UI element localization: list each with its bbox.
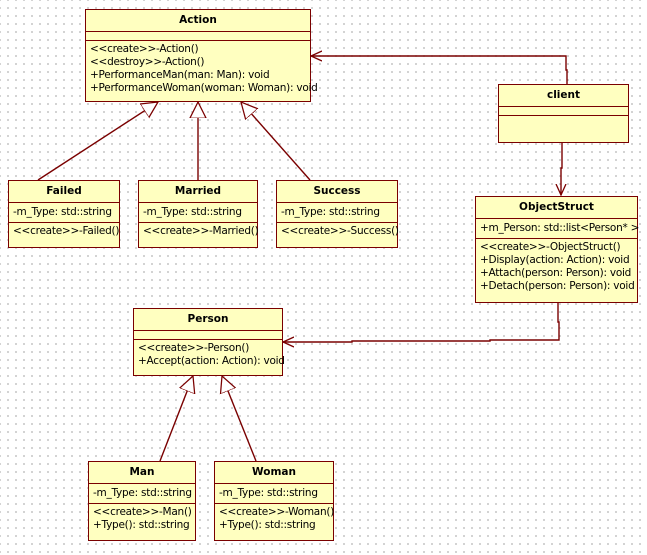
operations-compartment: <<create>>-Woman() +Type(): std::string [215,504,335,534]
assoc-client-action [311,56,568,84]
attribute: -m_Type: std::string [13,206,112,218]
operation: <<create>>-Failed() [13,225,120,237]
class-name: Failed [9,181,119,203]
attribute: -m_Type: std::string [281,206,380,218]
operation: <<destroy>>-Action() [90,56,205,68]
class-man[interactable]: Man -m_Type: std::string <<create>>-Man(… [88,461,196,541]
attribute: -m_Type: std::string [143,206,242,218]
attributes-compartment: -m_Type: std::string [9,203,119,223]
class-name: Success [277,181,397,203]
operation: <<create>>-Action() [90,43,199,55]
attribute: +m_Person: std::list<Person* > [480,222,640,234]
gen-man-person [159,376,193,462]
operations-compartment: <<create>>-Person() +Accept(action: Acti… [134,340,285,370]
operation: <<create>>-Woman() [219,506,335,518]
operations-compartment: <<create>>-Action() <<destroy>>-Action()… [86,41,318,97]
class-name: client [499,85,628,107]
operation: <<create>>-Man() [93,506,192,518]
class-person[interactable]: Person <<create>>-Person() +Accept(actio… [133,308,285,376]
attributes-compartment: -m_Type: std::string [89,484,195,504]
gen-failed-action [37,102,158,181]
class-success[interactable]: Success -m_Type: std::string <<create>>-… [276,180,399,248]
class-name: Person [134,309,282,331]
operation: +Detach(person: Person): void [480,280,635,292]
operation: <<create>>-Success() [281,225,399,237]
attributes-compartment [134,331,282,340]
attributes-compartment [499,107,628,116]
operations-compartment: <<create>>-Married() [139,223,259,240]
operation: +PerformanceWoman(woman: Woman): void [90,82,318,94]
class-failed[interactable]: Failed -m_Type: std::string <<create>>-F… [8,180,120,248]
assoc-objectstruct-person [283,302,560,342]
attributes-compartment: +m_Person: std::list<Person* > [476,219,640,239]
operations-compartment: <<create>>-ObjectStruct() +Display(actio… [476,239,637,295]
operation: <<create>>-Married() [143,225,259,237]
operation: +Accept(action: Action): void [138,355,285,367]
class-name: Married [139,181,257,203]
attributes-compartment: -m_Type: std::string [277,203,397,223]
operation: +Type(): std::string [219,519,316,531]
attribute: -m_Type: std::string [93,487,192,499]
class-name: Man [89,462,195,484]
operation: <<create>>-Person() [138,342,250,354]
operation: +Type(): std::string [93,519,190,531]
operations-compartment: <<create>>-Man() +Type(): std::string [89,504,195,534]
attribute: -m_Type: std::string [219,487,318,499]
operations-compartment: <<create>>-Failed() [9,223,119,240]
class-woman[interactable]: Woman -m_Type: std::string <<create>>-Wo… [214,461,334,541]
operation: +Attach(person: Person): void [480,267,632,279]
attributes-compartment: -m_Type: std::string [215,484,333,504]
gen-success-action [241,102,311,181]
class-client[interactable]: client [498,84,629,143]
class-action[interactable]: Action <<create>>-Action() <<destroy>>-A… [85,9,318,102]
assoc-client-objectstruct [561,142,562,195]
class-objectstruct[interactable]: ObjectStruct +m_Person: std::list<Person… [475,196,640,303]
operation: +Display(action: Action): void [480,254,630,266]
attributes-compartment: -m_Type: std::string [139,203,257,223]
class-name: ObjectStruct [476,197,637,219]
operation: <<create>>-ObjectStruct() [480,241,621,253]
class-married[interactable]: Married -m_Type: std::string <<create>>-… [138,180,259,248]
operation: +PerformanceMan(man: Man): void [90,69,270,81]
gen-woman-person [222,376,257,462]
operations-compartment [499,116,628,120]
attributes-compartment [86,32,310,41]
operations-compartment: <<create>>-Success() [277,223,399,240]
class-name: Woman [215,462,333,484]
class-name: Action [86,10,310,32]
